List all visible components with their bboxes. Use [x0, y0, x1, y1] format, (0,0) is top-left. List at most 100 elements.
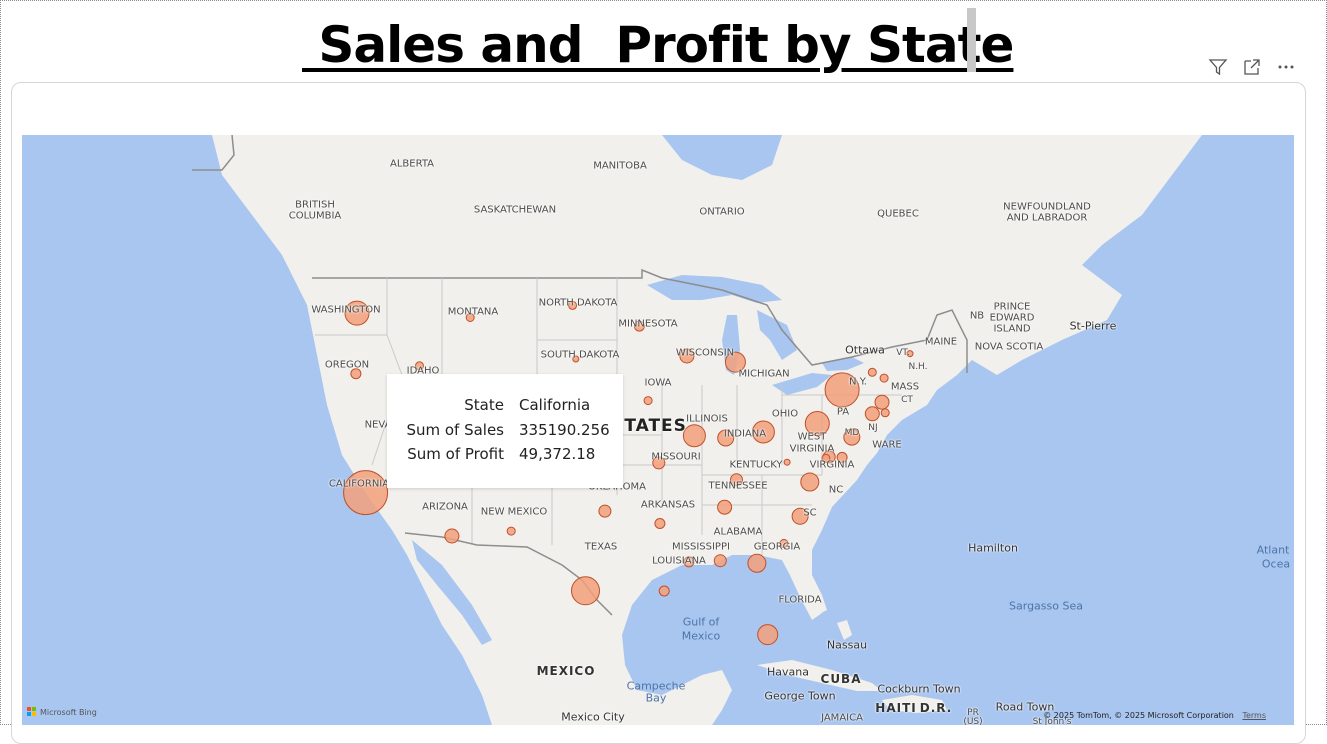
- map-label: Mexico City: [561, 710, 625, 724]
- map-label: CT: [901, 395, 913, 405]
- state-bubble-ri[interactable]: [880, 408, 890, 418]
- map-label: Bay: [645, 691, 667, 705]
- state-bubble-new-mexico[interactable]: [506, 526, 516, 536]
- tooltip-row-sales: Sum of Sales 335190.256: [387, 419, 623, 441]
- state-bubble-tennessee[interactable]: [717, 499, 733, 515]
- state-bubble-alabama[interactable]: [713, 554, 727, 568]
- map-label: NOVA SCOTIA: [974, 341, 1044, 353]
- state-bubble-oklahoma[interactable]: [598, 504, 612, 518]
- map-label: WISCONSIN: [675, 347, 735, 359]
- map-label: EDWARD: [989, 312, 1035, 324]
- map-label: N.H.: [908, 362, 928, 372]
- state-bubble-vt-[interactable]: [867, 367, 877, 377]
- state-bubble-louisiana[interactable]: [658, 585, 670, 597]
- map-label: SASKATCHEWAN: [473, 204, 557, 216]
- map-label: NEWFOUNDLAND: [1003, 201, 1091, 213]
- tooltip-key: Sum of Sales: [406, 421, 504, 439]
- map-label: WASHINGTON: [311, 304, 381, 316]
- map-label: Gulf of: [682, 615, 720, 629]
- focus-mode-icon: [1244, 59, 1260, 75]
- bahamas: [837, 620, 852, 640]
- data-tooltip: State California Sum of Sales 335190.256…: [387, 374, 623, 488]
- tooltip-key: Sum of Profit: [407, 445, 504, 463]
- state-bubble-texas[interactable]: [571, 576, 600, 606]
- state-bubble-iowa[interactable]: [643, 396, 653, 406]
- state-bubble-west-virginia[interactable]: [783, 458, 791, 466]
- state-bubble-florida[interactable]: [757, 624, 779, 646]
- state-bubble-virginia[interactable]: [800, 472, 820, 492]
- map-label: MONTANA: [447, 306, 499, 318]
- map-label: OREGON: [324, 359, 370, 371]
- map-label: (US): [963, 717, 983, 725]
- map-label: NORTH DAKOTA: [538, 297, 618, 309]
- state-bubble-mass-[interactable]: [874, 394, 890, 410]
- map-label: MAINE: [924, 336, 958, 348]
- map-label: HAITI: [875, 701, 917, 715]
- map-label: Hamilton: [968, 541, 1018, 555]
- map-label: ALBERTA: [390, 158, 434, 170]
- map-label: SC: [803, 507, 817, 519]
- map-label: ARIZONA: [422, 501, 468, 513]
- map-label: Mexico: [681, 629, 721, 643]
- tooltip-row-profit: Sum of Profit 49,372.18: [387, 443, 623, 465]
- filter-button[interactable]: [1205, 55, 1231, 79]
- bing-label: Microsoft Bing: [40, 707, 97, 717]
- map-label: ARKANSAS: [640, 499, 696, 511]
- map-label: NJ: [868, 423, 878, 433]
- map-label: MINNESOTA: [618, 318, 678, 330]
- map-label: ALABAMA: [713, 526, 763, 538]
- terms-link[interactable]: Terms: [1242, 711, 1266, 720]
- more-options-icon: [1278, 65, 1294, 69]
- map-label: AND LABRADOR: [1006, 212, 1088, 224]
- map-label: Sargasso Sea: [1009, 599, 1083, 613]
- map-label: NC: [828, 484, 844, 496]
- focus-mode-button[interactable]: [1239, 55, 1265, 79]
- map-label: MISSISSIPPI: [672, 541, 730, 553]
- more-options-button[interactable]: [1273, 55, 1299, 79]
- state-bubble-arizona[interactable]: [444, 528, 460, 544]
- map-copyright: © 2025 TomTom, © 2025 Microsoft Corporat…: [1043, 711, 1266, 720]
- tooltip-value: 335190.256: [519, 421, 610, 439]
- page-title: Sales and Profit by State: [302, 16, 1014, 74]
- map-label: MASS: [890, 381, 920, 393]
- state-bubble-ct[interactable]: [864, 406, 880, 422]
- florida-peninsula: [782, 560, 822, 620]
- copyright-text: © 2025 TomTom, © 2025 Microsoft Corporat…: [1043, 711, 1234, 720]
- map-label: Atlant: [1256, 543, 1290, 557]
- text-cursor: [967, 8, 976, 72]
- map-label: N.Y.: [849, 376, 867, 388]
- tooltip-key: State: [464, 396, 504, 414]
- map-label: TENNESSEE: [708, 480, 768, 492]
- map-label: OHIO: [771, 408, 799, 420]
- map-label: ISLAND: [993, 323, 1031, 335]
- map-label: VT.: [896, 348, 910, 358]
- filter-icon: [1208, 59, 1228, 76]
- state-bubble-georgia[interactable]: [747, 553, 767, 573]
- map-label: KENTUCKY: [729, 459, 783, 471]
- map-label: INDIANA: [723, 428, 767, 440]
- map-label: PRINCE: [993, 301, 1031, 313]
- map-label: SOUTH DAKOTA: [540, 349, 620, 361]
- map-label: GEORGIA: [753, 541, 801, 553]
- map-label: TEXAS: [584, 541, 618, 553]
- map-label: QUEBEC: [877, 208, 919, 220]
- state-bubble-arkansas[interactable]: [654, 518, 666, 529]
- map-label: St-Pierre: [1069, 319, 1117, 333]
- map-label: Cockburn Town: [877, 682, 961, 696]
- bing-attribution: Microsoft Bing: [27, 707, 97, 717]
- tooltip-value: 49,372.18: [519, 445, 596, 463]
- map-label: FLORIDA: [778, 594, 822, 606]
- state-bubble-california[interactable]: [343, 470, 389, 516]
- map-area[interactable]: ALBERTA MANITOBA BRITISH COLUMBIA SASKATCHEW…: [22, 135, 1294, 725]
- map-label: Ottawa: [845, 343, 885, 357]
- map-label: MEXICO: [536, 664, 596, 678]
- map-label: MANITOBA: [593, 160, 647, 172]
- map-label: WARE: [872, 439, 902, 451]
- state-bubble-n-h-[interactable]: [879, 373, 889, 383]
- map-label: ILLINOIS: [686, 413, 728, 425]
- map-label: IOWA: [644, 377, 672, 389]
- map-label: LOUISIANA: [652, 555, 706, 567]
- map-label: Nassau: [826, 638, 868, 652]
- map-label: VIRGINIA: [809, 459, 855, 471]
- map-label: NB: [969, 310, 985, 322]
